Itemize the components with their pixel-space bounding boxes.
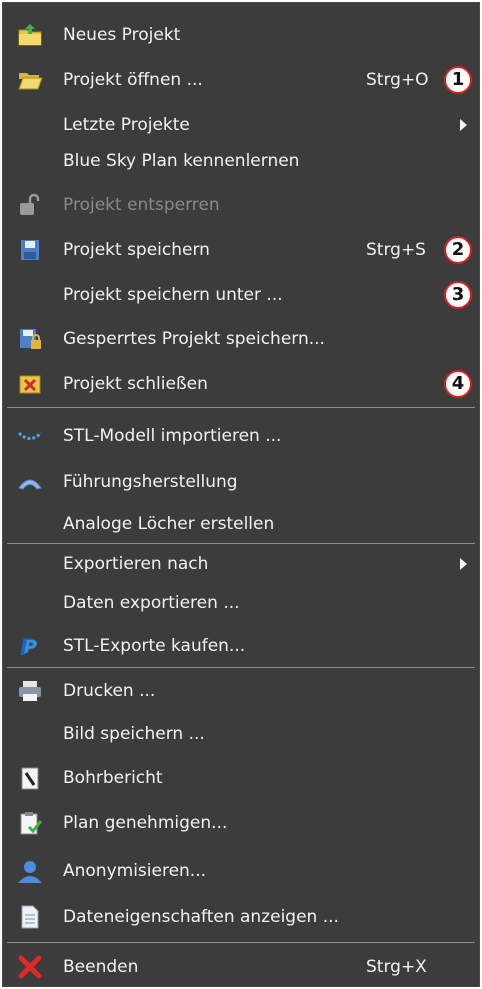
menu-item-export-data[interactable]: Daten exportieren ... — [3, 583, 479, 623]
menu-separator — [7, 667, 475, 668]
menu-item-save-project[interactable]: Projekt speichern Strg+S 2 — [3, 230, 479, 270]
menu-item-label: Projekt entsperren — [63, 195, 220, 215]
menu-item-label: Gesperrtes Projekt speichern... — [63, 329, 325, 349]
menu-item-label: Analoge Löcher erstellen — [63, 514, 275, 534]
annotation-badge-4: 4 — [444, 370, 472, 398]
menu-item-drill-report[interactable]: Bohrbericht — [3, 758, 479, 798]
submenu-arrow-icon — [460, 119, 467, 131]
shortcut-label: Strg+S — [366, 240, 426, 260]
menu-item-label: Neues Projekt — [63, 25, 181, 45]
menu-item-approve-plan[interactable]: Plan genehmigen... — [3, 803, 479, 843]
shortcut-label: Strg+X — [366, 957, 427, 977]
menu-item-label: Projekt speichern — [63, 240, 210, 260]
menu-item-label: STL-Exporte kaufen... — [63, 636, 246, 656]
user-icon — [17, 859, 43, 883]
menu-separator — [7, 942, 475, 943]
menu-item-label: Führungsherstellung — [63, 472, 238, 492]
save-icon — [17, 238, 43, 262]
printer-icon — [17, 679, 43, 703]
menu-item-import-stl[interactable]: STL-Modell importieren ... — [3, 416, 479, 456]
menu-separator — [7, 407, 475, 408]
menu-item-label: Beenden — [63, 957, 139, 977]
menu-item-label: Bild speichern ... — [63, 724, 205, 744]
svg-text:P: P — [24, 637, 37, 658]
menu-item-create-analog-holes[interactable]: Analoge Löcher erstellen — [3, 504, 479, 544]
menu-item-label: Dateneigenschaften anzeigen ... — [63, 907, 339, 927]
close-project-icon — [17, 372, 43, 396]
menu-item-learn-blue-sky-plan[interactable]: Blue Sky Plan kennenlernen — [3, 141, 479, 181]
save-locked-icon — [17, 327, 43, 351]
menu-item-show-data-properties[interactable]: Dateneigenschaften anzeigen ... — [3, 897, 479, 937]
drill-report-icon — [17, 766, 43, 790]
guide-icon — [17, 470, 43, 494]
menu-item-label: STL-Modell importieren ... — [63, 426, 282, 446]
menu-item-label: Projekt schließen — [63, 374, 208, 394]
paypal-icon: PP — [17, 634, 43, 658]
menu-item-label: Bohrbericht — [63, 768, 163, 788]
menu-item-anonymize[interactable]: Anonymisieren... — [3, 851, 479, 891]
menu-item-label: Daten exportieren ... — [63, 593, 240, 613]
menu-item-save-project-as[interactable]: Projekt speichern unter ... 3 — [3, 275, 479, 315]
menu-item-label: Anonymisieren... — [63, 861, 207, 881]
menu-item-label: Projekt speichern unter ... — [63, 285, 283, 305]
menu-item-save-image[interactable]: Bild speichern ... — [3, 714, 479, 754]
menu-item-label: Plan genehmigen... — [63, 813, 228, 833]
annotation-badge-1: 1 — [444, 66, 472, 94]
menu-item-recent-projects[interactable]: Letzte Projekte — [3, 105, 479, 145]
menu-item-open-project[interactable]: Projekt öffnen ... Strg+O 1 — [3, 60, 479, 100]
menu-item-buy-stl-exports[interactable]: PP STL-Exporte kaufen... — [3, 626, 479, 666]
unlock-icon — [17, 193, 43, 217]
menu-item-export-to[interactable]: Exportieren nach — [3, 544, 479, 584]
menu-item-label: Blue Sky Plan kennenlernen — [63, 151, 300, 171]
menu-item-unlock-project: Projekt entsperren — [3, 185, 479, 225]
exit-icon — [17, 955, 43, 979]
menu-item-exit[interactable]: Beenden Strg+X — [3, 947, 479, 987]
menu-item-save-locked-project[interactable]: Gesperrtes Projekt speichern... — [3, 319, 479, 359]
folder-new-icon — [17, 23, 43, 47]
approve-plan-icon — [17, 811, 43, 835]
stl-import-icon — [17, 424, 43, 448]
annotation-badge-2: 2 — [444, 236, 472, 264]
menu-item-label: Drucken ... — [63, 681, 156, 701]
menu-item-close-project[interactable]: Projekt schließen 4 — [3, 364, 479, 404]
menu-item-new-project[interactable]: Neues Projekt — [3, 15, 479, 55]
menu-item-label: Exportieren nach — [63, 554, 209, 574]
submenu-arrow-icon — [460, 558, 467, 570]
menu-item-print[interactable]: Drucken ... — [3, 671, 479, 711]
annotation-badge-3: 3 — [444, 281, 472, 309]
document-icon — [17, 905, 43, 929]
shortcut-label: Strg+O — [366, 70, 429, 90]
folder-open-icon — [17, 68, 43, 92]
file-menu: Neues Projekt Projekt öffnen ... Strg+O … — [2, 2, 480, 987]
menu-item-label: Projekt öffnen ... — [63, 70, 203, 90]
menu-item-label: Letzte Projekte — [63, 115, 190, 135]
menu-item-guide-manufacturing[interactable]: Führungsherstellung — [3, 462, 479, 502]
